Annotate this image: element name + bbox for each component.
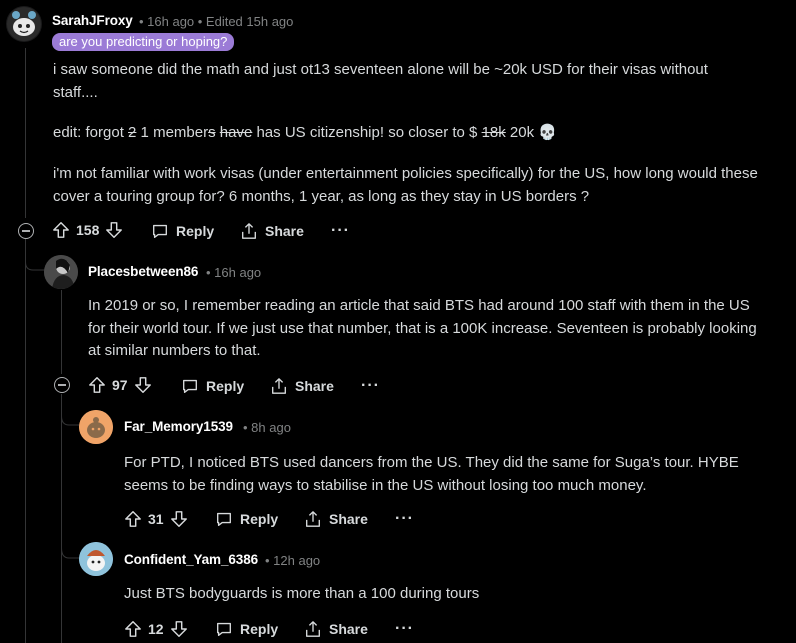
reply-label: Reply — [240, 621, 279, 637]
share-button[interactable]: Share — [270, 377, 334, 395]
comment-author[interactable]: Far_Memory1539 — [124, 419, 233, 434]
reply-icon — [217, 512, 231, 526]
more-icon[interactable]: ··· — [395, 511, 414, 527]
comment-author[interactable]: SarahJFroxy — [52, 13, 133, 28]
share-button[interactable]: Share — [304, 510, 368, 528]
comment-paragraph: Just BTS bodyguards is more than a 100 d… — [124, 585, 480, 602]
vote-group: 158 — [52, 221, 123, 239]
comment-meta: • 16h ago — [206, 265, 262, 280]
share-icon — [242, 223, 256, 239]
comment-author[interactable]: Placesbetween86 — [88, 264, 198, 279]
share-label: Share — [265, 223, 304, 239]
comment-meta: • 12h ago — [265, 553, 321, 568]
vote-score: 12 — [148, 621, 164, 637]
comment-meta: • 8h ago — [243, 420, 291, 435]
more-icon[interactable]: ··· — [331, 223, 350, 239]
reply-button[interactable]: Reply — [151, 222, 214, 240]
avatar[interactable] — [44, 255, 78, 289]
reply-button[interactable]: Reply — [181, 377, 244, 395]
upvote-icon[interactable] — [88, 376, 106, 394]
comment-paragraph: In 2019 or so, I remember reading an art… — [88, 297, 757, 359]
comment-paragraph: For PTD, I noticed BTS used dancers from… — [124, 454, 739, 494]
collapse-icon[interactable] — [18, 223, 34, 239]
vote-group: 97 — [88, 376, 152, 394]
reply-label: Reply — [206, 378, 245, 394]
thread-line-level2-cont — [61, 394, 62, 643]
strikethrough-text: s — [208, 124, 216, 141]
downvote-icon[interactable] — [105, 221, 123, 239]
comment-author[interactable]: Confident_Yam_6386 — [124, 552, 258, 567]
avatar[interactable] — [6, 6, 42, 42]
text-segment: 20k 💀 — [505, 124, 557, 141]
comment-edit-paragraph: edit: forgot 2 1 members have has US cit… — [53, 122, 773, 145]
snoo-avatar-icon — [79, 410, 113, 444]
share-label: Share — [295, 378, 334, 394]
strikethrough-text: 18k — [481, 124, 506, 141]
reply-button[interactable]: Reply — [215, 510, 278, 528]
downvote-icon[interactable] — [134, 376, 152, 394]
vote-score: 97 — [112, 377, 128, 393]
text-segment: has US citizenship! so closer to $ — [252, 124, 482, 141]
share-icon — [272, 378, 286, 394]
share-label: Share — [329, 511, 368, 527]
upvote-icon[interactable] — [52, 221, 70, 239]
collapse-icon[interactable] — [54, 377, 70, 393]
thread-line-root-cont — [25, 239, 26, 643]
vote-score: 31 — [148, 511, 164, 527]
thread-line-level2 — [61, 290, 62, 374]
upvote-icon[interactable] — [124, 620, 142, 638]
vote-group: 12 — [124, 620, 188, 638]
vote-group: 31 — [124, 510, 188, 528]
reply-icon — [153, 224, 167, 238]
snoo-avatar-icon — [7, 7, 41, 41]
comment-meta: • 16h ago • Edited 15h ago — [139, 14, 294, 29]
avatar[interactable] — [79, 410, 113, 444]
vote-score: 158 — [76, 222, 100, 238]
snoo-avatar-icon — [79, 542, 113, 576]
share-label: Share — [329, 621, 368, 637]
reply-icon — [217, 622, 231, 636]
comment-paragraph: i saw someone did the math and just ot13… — [53, 61, 708, 101]
comment-paragraph: i'm not familiar with work visas (under … — [53, 165, 758, 205]
text-segment: 1 member — [136, 124, 209, 141]
user-photo-icon — [44, 255, 78, 289]
downvote-icon[interactable] — [170, 510, 188, 528]
downvote-icon[interactable] — [170, 620, 188, 638]
share-icon — [306, 621, 320, 637]
more-icon[interactable]: ··· — [361, 378, 380, 394]
text-segment: edit: forgot — [53, 124, 129, 141]
share-button[interactable]: Share — [304, 620, 368, 638]
share-button[interactable]: Share — [240, 222, 304, 240]
strikethrough-text: have — [219, 124, 253, 141]
upvote-icon[interactable] — [124, 510, 142, 528]
user-flair: are you predicting or hoping? — [52, 33, 235, 51]
more-icon[interactable]: ··· — [395, 621, 414, 637]
reply-icon — [183, 379, 197, 393]
thread-line-root — [25, 48, 26, 218]
share-icon — [306, 511, 320, 527]
avatar[interactable] — [79, 542, 113, 576]
reply-label: Reply — [176, 223, 215, 239]
reply-label: Reply — [240, 511, 279, 527]
reply-button[interactable]: Reply — [215, 620, 278, 638]
